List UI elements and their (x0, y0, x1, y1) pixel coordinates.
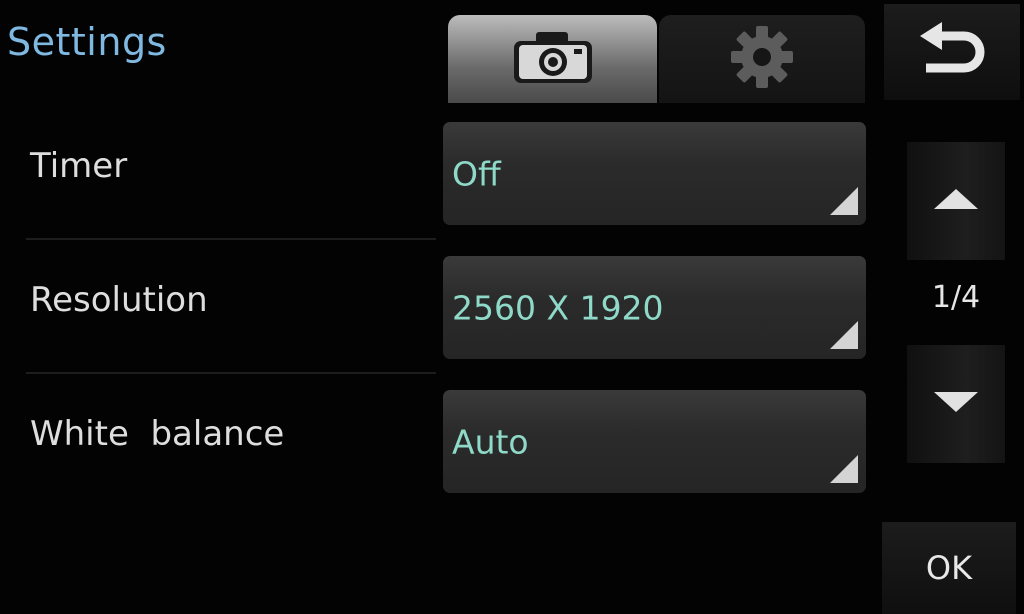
return-arrow-icon (916, 20, 988, 84)
page-title: Settings (7, 20, 167, 64)
resolution-value: 2560 X 1920 (452, 288, 664, 327)
setting-label-white-balance: White balance (30, 414, 285, 454)
dropdown-corner-icon (830, 187, 858, 215)
gear-icon (729, 24, 795, 94)
white-balance-dropdown[interactable]: Auto (443, 390, 866, 493)
setting-label-timer: Timer (30, 146, 128, 186)
dropdown-corner-icon (830, 321, 858, 349)
ok-button[interactable]: OK (882, 522, 1016, 614)
row-divider (26, 238, 436, 240)
camera-icon (512, 29, 594, 89)
camera-settings-screen: Settings Timer Off Resolution 2560 X 192… (0, 0, 1024, 614)
triangle-down-icon (934, 392, 978, 416)
tab-camera[interactable] (448, 15, 657, 103)
timer-dropdown[interactable]: Off (443, 122, 866, 225)
row-divider (26, 372, 436, 374)
tab-settings[interactable] (659, 15, 865, 103)
white-balance-value: Auto (452, 422, 529, 461)
back-button[interactable] (884, 4, 1020, 100)
scroll-down-button[interactable] (907, 345, 1005, 463)
timer-value: Off (452, 154, 501, 193)
dropdown-corner-icon (830, 455, 858, 483)
page-indicator: 1/4 (931, 280, 981, 315)
resolution-dropdown[interactable]: 2560 X 1920 (443, 256, 866, 359)
setting-label-resolution: Resolution (30, 280, 208, 320)
triangle-up-icon (934, 189, 978, 213)
scroll-up-button[interactable] (907, 142, 1005, 260)
